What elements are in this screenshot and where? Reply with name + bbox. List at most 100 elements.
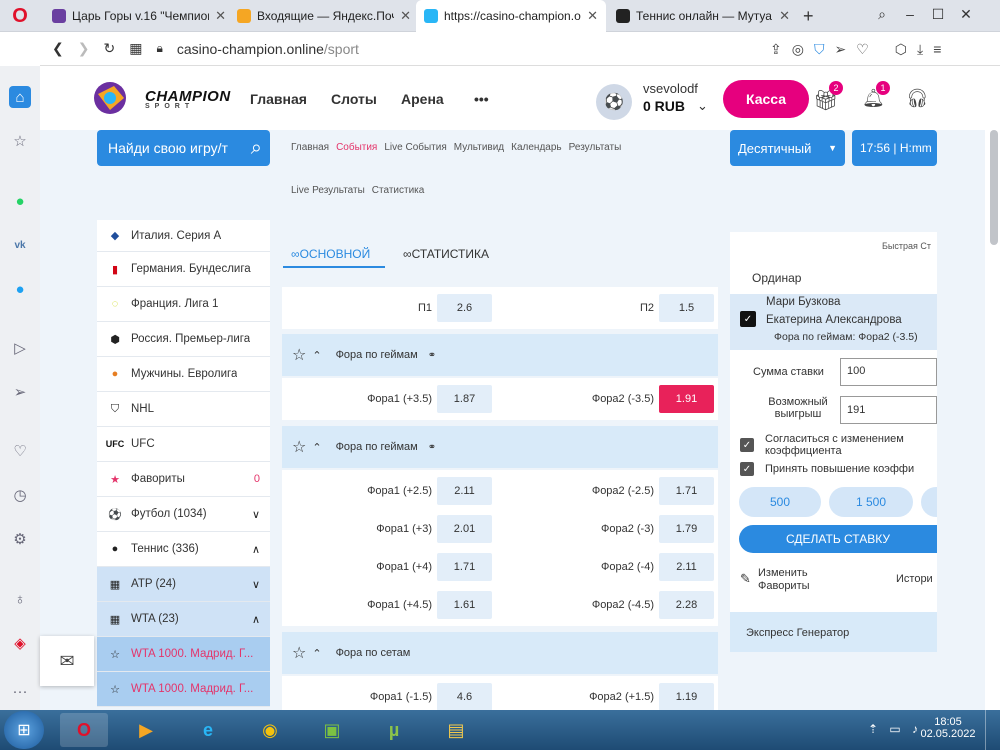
more-sidebar-icon[interactable]: ··· xyxy=(9,680,31,702)
forward-icon[interactable]: ❯ xyxy=(78,40,90,57)
edit-icon[interactable]: ✎ xyxy=(740,571,751,587)
odd-button[interactable]: 2.11 xyxy=(437,477,492,505)
nav-more[interactable]: ••• xyxy=(474,91,489,107)
menu-item[interactable]: ◆ Италия. Серия А xyxy=(97,220,270,252)
odd-button[interactable]: 1.79 xyxy=(659,515,714,543)
odd-button[interactable]: 4.6 xyxy=(437,683,492,711)
sub-nav-link[interactable]: Календарь xyxy=(511,142,561,153)
browser-tab[interactable]: Теннис онлайн — Мутуа ✕ xyxy=(608,0,798,32)
heart-icon[interactable]: ♡ xyxy=(856,41,869,58)
chevron-up-icon[interactable]: ⌃ xyxy=(312,441,321,454)
odd-button[interactable]: 2.28 xyxy=(659,591,714,619)
accept-raise-checkbox[interactable]: ✓ xyxy=(740,462,754,476)
start-button[interactable]: ⊞ xyxy=(4,711,44,749)
chevron-up-icon[interactable]: ⌃ xyxy=(312,647,321,660)
odd-button[interactable]: 1.87 xyxy=(437,385,492,413)
sub-nav-link[interactable]: Результаты xyxy=(569,142,622,153)
sub-nav-link[interactable]: Статистика xyxy=(372,185,425,196)
menu-item[interactable]: ⬢ Россия. Премьер-лига xyxy=(97,322,270,357)
menu-item[interactable]: ⛉ NHL xyxy=(97,392,270,427)
tray-icons[interactable]: ⇡ ▭ ♪ xyxy=(868,722,922,736)
odd-button[interactable]: 1.19 xyxy=(659,683,714,711)
quick-bet[interactable]: Быстрая Ст xyxy=(882,241,931,251)
camera-icon[interactable]: ◎ xyxy=(792,41,804,58)
maximize-icon[interactable]: ☐ xyxy=(924,6,952,23)
menu-icon[interactable]: ≡ xyxy=(933,41,941,58)
odd-button[interactable]: 2.01 xyxy=(437,515,492,543)
nav-home[interactable]: Главная xyxy=(250,91,307,107)
p2-odd[interactable]: 1.5 xyxy=(659,294,714,322)
opera-logo-icon[interactable]: O xyxy=(0,0,40,32)
tab-single[interactable]: Ординар xyxy=(752,271,801,285)
utorrent-icon[interactable]: µ xyxy=(370,713,418,747)
download-icon[interactable]: ⤓ xyxy=(917,41,923,58)
page-scrollbar[interactable] xyxy=(990,130,998,245)
speeddial-star-icon[interactable]: ☆ xyxy=(9,130,31,152)
history-icon[interactable]: ◷ xyxy=(9,484,31,506)
explorer-icon[interactable]: ▤ xyxy=(432,713,480,747)
twitter-icon[interactable]: ● xyxy=(9,278,31,300)
close-tab-icon[interactable]: ✕ xyxy=(779,8,790,24)
menu-item[interactable]: ▦ WTA (23) ∧ xyxy=(97,602,270,637)
share-icon[interactable]: ⇪ xyxy=(770,41,782,58)
whatsapp-icon[interactable]: ● xyxy=(9,190,31,212)
chevron-up-icon[interactable]: ⌃ xyxy=(312,349,321,362)
search-tabs-icon[interactable]: ⌕ xyxy=(868,6,896,23)
menu-item[interactable]: ▦ ATP (24) ∨ xyxy=(97,567,270,602)
minimize-icon[interactable]: – xyxy=(896,6,924,22)
p1-odd[interactable]: 2.6 xyxy=(437,294,492,322)
vk-icon[interactable]: vk xyxy=(9,234,31,256)
sub-nav-link[interactable]: События xyxy=(336,142,377,153)
cube-icon[interactable]: ⬡ xyxy=(895,41,907,58)
champion-logo-icon[interactable] xyxy=(90,80,134,116)
quick-amount-1500[interactable]: 1 500 xyxy=(829,487,913,517)
support-icon[interactable]: 🎧︎ xyxy=(906,88,929,109)
sub-nav-link[interactable]: Live События xyxy=(384,142,446,153)
time-format[interactable]: 17:56 | H:mm xyxy=(852,130,937,166)
close-tab-icon[interactable]: ✕ xyxy=(400,8,411,24)
close-tab-icon[interactable]: ✕ xyxy=(215,8,226,24)
settings-icon[interactable]: ⚙ xyxy=(9,528,31,550)
market-header[interactable]: ☆ ⌃ Фора по геймам ⚭ xyxy=(282,426,718,468)
tabs-grid-icon[interactable]: ▦ xyxy=(129,40,142,57)
chrome-icon[interactable]: ◉ xyxy=(246,713,294,747)
heart-sidebar-icon[interactable]: ♡ xyxy=(9,440,31,462)
accounting-icon[interactable]: ▣ xyxy=(308,713,356,747)
menu-item[interactable]: ▮ Германия. Бундеслига xyxy=(97,252,270,287)
star-outline-icon[interactable]: ☆ xyxy=(292,643,306,663)
browser-tab[interactable]: Входящие — Яндекс.Почта ✕ xyxy=(229,0,419,32)
sub-nav-link[interactable]: Главная xyxy=(291,142,329,153)
menu-item[interactable]: ☆ WTA 1000. Мадрид. Г... xyxy=(97,672,270,707)
brand-name[interactable]: CHAMPION SPORT xyxy=(145,88,231,110)
home-icon[interactable]: ⌂ xyxy=(9,86,31,108)
star-outline-icon[interactable]: ☆ xyxy=(292,345,306,365)
search-icon[interactable]: ⌕ xyxy=(251,137,262,160)
new-tab-button[interactable]: + xyxy=(803,6,814,27)
star-outline-icon[interactable]: ☆ xyxy=(292,437,306,457)
edit-favorites[interactable]: Изменить Фавориты xyxy=(758,567,810,593)
odds-format-select[interactable]: Десятичный ▼ xyxy=(730,130,845,166)
odd-button[interactable]: 1.71 xyxy=(437,553,492,581)
stake-input[interactable]: 100 xyxy=(840,358,937,386)
menu-item[interactable]: ⚽ Футбол (1034) ∨ xyxy=(97,497,270,532)
odd-button[interactable]: 1.61 xyxy=(437,591,492,619)
nav-slots[interactable]: Слоты xyxy=(331,91,377,107)
menu-item[interactable]: ★ Фавориты 0 xyxy=(97,462,270,497)
send-icon[interactable]: ➢ xyxy=(834,41,846,58)
browser-tab[interactable]: https://casino-champion.o ✕ xyxy=(416,0,606,32)
menu-item[interactable]: ◌ Франция. Лига 1 xyxy=(97,287,270,322)
menu-item[interactable]: UFC UFC xyxy=(97,427,270,462)
chevron-down-icon[interactable]: ⌄ xyxy=(697,98,708,114)
market-header[interactable]: ☆ ⌃ Фора по геймам ⚭ xyxy=(282,334,718,376)
clock[interactable]: 18:05 02.05.2022 xyxy=(920,716,976,740)
agree-change-checkbox[interactable]: ✓ xyxy=(740,438,754,452)
balance[interactable]: 0 RUB xyxy=(643,98,685,114)
send-sidebar-icon[interactable]: ➢ xyxy=(9,381,31,403)
url-field[interactable]: casino-champion.online/sport xyxy=(177,41,359,57)
opera-taskbar-icon[interactable]: O xyxy=(60,713,108,747)
extension-icon[interactable]: ◈ xyxy=(9,632,31,654)
sub-nav-link[interactable]: Live Результаты xyxy=(291,185,365,196)
menu-item[interactable]: ● Теннис (336) ∧ xyxy=(97,532,270,567)
menu-item[interactable]: ● Мужчины. Евролига xyxy=(97,357,270,392)
shield-icon[interactable]: ⛉ xyxy=(814,41,825,58)
